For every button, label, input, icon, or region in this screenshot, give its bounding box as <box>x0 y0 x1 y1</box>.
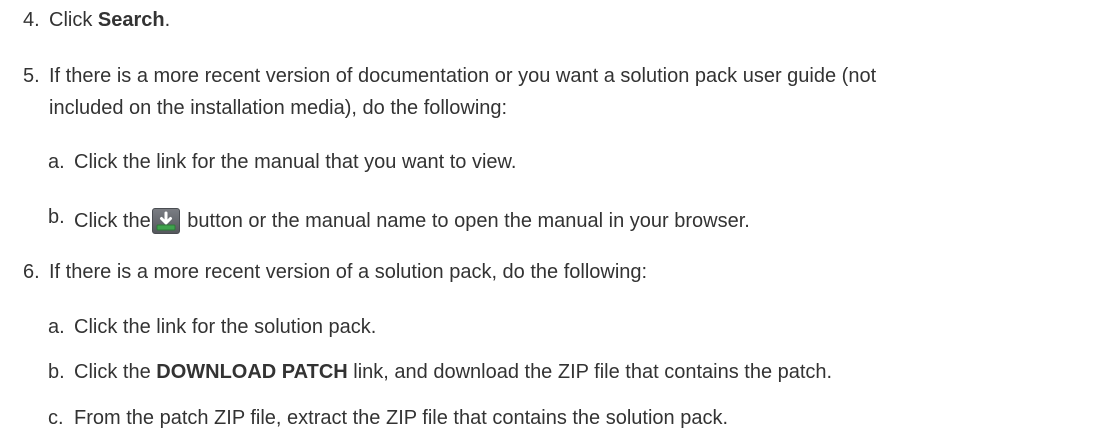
substep-text: From the patch ZIP file, extract the ZIP… <box>74 407 729 429</box>
substep-text: Click the button or the manual name to o… <box>74 205 750 234</box>
step-number: 6. <box>23 261 40 283</box>
substep-text-post: link, and download the ZIP file that con… <box>347 361 833 383</box>
substep-text: Click the link for the solution pack. <box>74 316 377 338</box>
step-text-line1: If there is a more recent version of a s… <box>49 261 648 283</box>
step-text-post: . <box>164 9 171 31</box>
substep-letter: b. <box>48 206 65 228</box>
substep-letter: b. <box>48 361 65 383</box>
step-text: Click Search. <box>49 8 170 32</box>
substep-text-post: button or the manual name to open the ma… <box>187 210 750 232</box>
search-term: Search <box>97 9 165 31</box>
substep-letter: a. <box>48 316 65 338</box>
substep-letter: a. <box>48 151 65 173</box>
download-patch-link: DOWNLOAD PATCH <box>156 361 348 383</box>
download-icon[interactable] <box>151 208 180 234</box>
substep-text-pre: Click the <box>74 210 151 232</box>
step-text-pre: Click <box>49 9 98 31</box>
substep-text-pre: Click the <box>74 361 157 383</box>
step-text-line2: included on the installation media), do … <box>49 97 508 119</box>
step-text-line1: If there is a more recent version of doc… <box>49 65 877 87</box>
document-page: 4. Click Search. 5. If there is a more r… <box>0 0 1109 445</box>
substep-text: Click the link for the manual that you w… <box>74 151 517 173</box>
step-number: 4. <box>23 9 40 31</box>
step-number: 5. <box>23 65 40 87</box>
substep-text: Click the DOWNLOAD PATCH link, and downl… <box>74 360 832 384</box>
substep-letter: c. <box>48 407 64 429</box>
download-arrow-glyph <box>156 211 176 231</box>
